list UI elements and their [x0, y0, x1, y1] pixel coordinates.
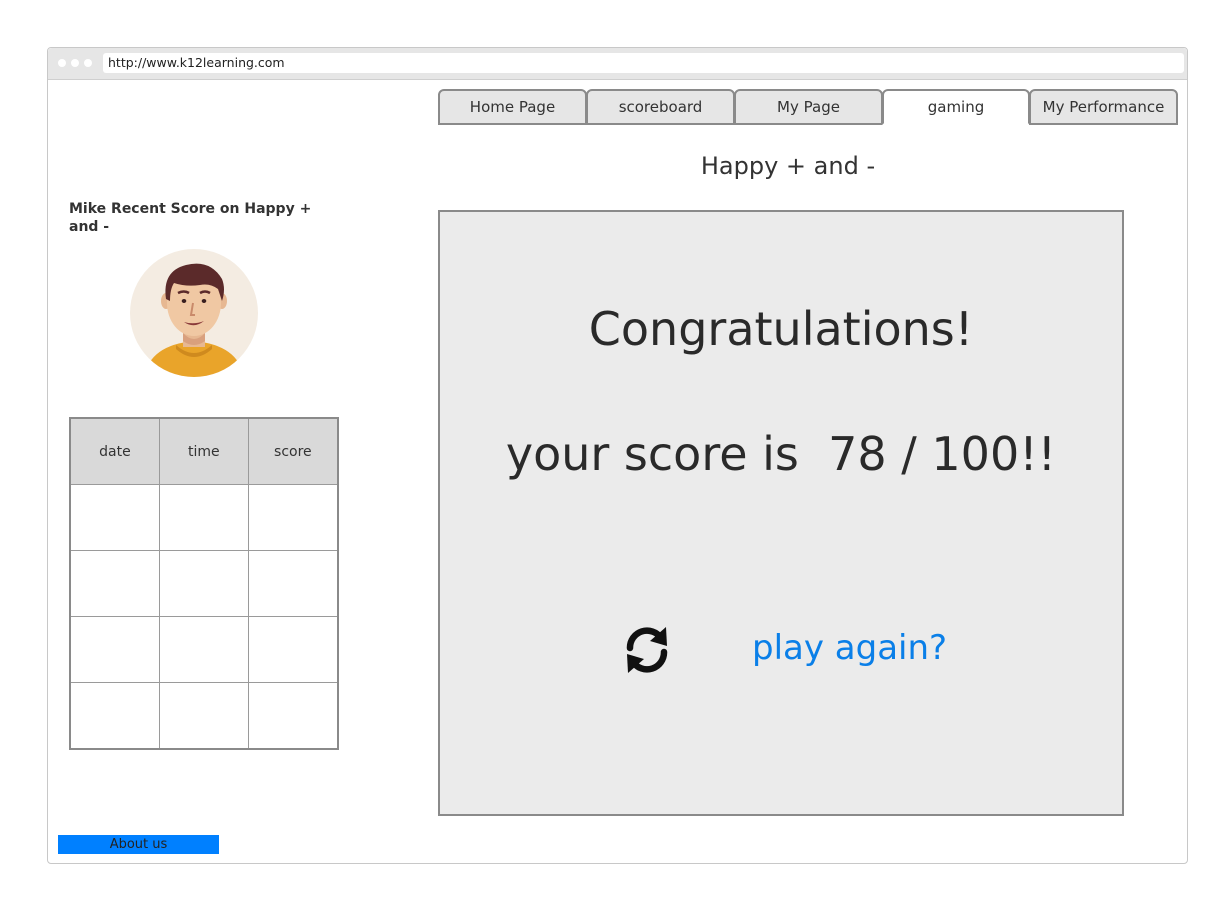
tab-my-page[interactable]: My Page: [734, 89, 883, 125]
tab-scoreboard[interactable]: scoreboard: [586, 89, 735, 125]
table-row: [69, 616, 339, 683]
tab-home-page[interactable]: Home Page: [438, 89, 587, 125]
table-row: [69, 484, 339, 551]
table-cell: [158, 550, 249, 617]
table-row: [69, 550, 339, 617]
user-avatar-icon: [130, 249, 258, 377]
table-cell: [247, 484, 339, 551]
score-result-text: your score is 78 / 100!!: [505, 427, 1057, 481]
column-header-date: date: [69, 417, 160, 485]
table-cell: [158, 484, 249, 551]
column-header-score: score: [247, 417, 339, 485]
table-cell: [69, 550, 160, 617]
browser-titlebar: http://www.k12learning.com: [48, 48, 1187, 80]
window-dot-icon: [58, 59, 66, 67]
table-header-row: date time score: [69, 417, 339, 485]
table-cell: [158, 682, 249, 750]
column-header-time: time: [158, 417, 249, 485]
table-cell: [69, 616, 160, 683]
table-cell: [247, 682, 339, 750]
table-cell: [69, 484, 160, 551]
table-cell: [158, 616, 249, 683]
play-again-link[interactable]: play again?: [752, 628, 947, 668]
window-dot-icon: [71, 59, 79, 67]
result-panel: Congratulations! your score is 78 / 100!…: [438, 210, 1124, 816]
page-title: Happy + and -: [700, 152, 876, 180]
table-cell: [69, 682, 160, 750]
address-bar[interactable]: http://www.k12learning.com: [103, 53, 1184, 73]
score-table: date time score: [69, 417, 339, 750]
tab-my-performance[interactable]: My Performance: [1029, 89, 1178, 125]
table-row: [69, 682, 339, 750]
recent-score-heading: Mike Recent Score on Happy + and -: [69, 201, 312, 235]
congratulations-heading: Congratulations!: [588, 302, 974, 356]
tab-gaming[interactable]: gaming: [882, 89, 1030, 125]
refresh-icon[interactable]: [621, 624, 673, 676]
window-dot-icon: [84, 59, 92, 67]
about-us-button[interactable]: About us: [58, 835, 219, 854]
table-cell: [247, 616, 339, 683]
table-cell: [247, 550, 339, 617]
